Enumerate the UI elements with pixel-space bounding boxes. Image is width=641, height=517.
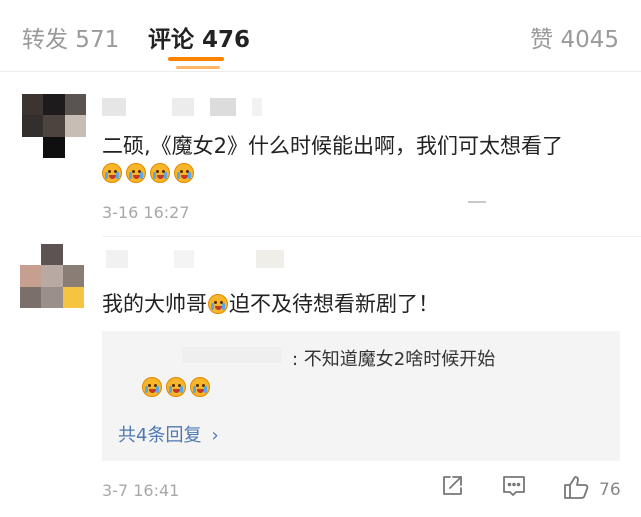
reply-emoji-row [142,377,210,397]
crying-emoji-icon [142,377,162,397]
reply-preview[interactable]: : 不知道魔女2啥时候开始 共4条回复 › [102,331,620,461]
like-count: 76 [599,480,621,500]
comment-timestamp: 3-7 16:41 [102,481,180,500]
crying-emoji-icon [126,163,146,183]
more-options-icon[interactable] [468,201,486,203]
comment-text: 我的大帅哥 迫不及待想看新剧了！ [102,288,439,318]
active-tab-indicator [168,57,224,61]
crying-emoji-icon [102,163,122,183]
avatar[interactable] [22,94,86,158]
active-tab-indicator-secondary [176,66,220,69]
chevron-right-icon: › [211,425,219,446]
username-blurred[interactable] [106,250,286,268]
crying-emoji-icon [208,294,228,314]
comment-text-part: 迫不及待想看新剧了！ [229,292,439,316]
avatar[interactable] [20,244,84,308]
share-icon[interactable] [440,474,464,498]
tab-likes[interactable]: 赞 4045 [530,20,619,54]
comment-timestamp: 3-16 16:27 [102,203,190,222]
thumbs-up-icon[interactable] [563,474,591,500]
tab-repost[interactable]: 转发 571 [22,20,119,54]
tab-comments[interactable]: 评论 476 [148,20,250,54]
comment-icon[interactable] [501,474,527,498]
comment-text: 二硕,《魔女2》什么时候能出啊，我们可太想看了 [102,134,564,158]
crying-emoji-icon [166,377,186,397]
view-all-replies-label: 共4条回复 [118,425,202,446]
comment-text-part: 我的大帅哥 [102,292,207,316]
reply-username-blurred [182,347,282,363]
comment-emoji-row [102,163,194,183]
view-all-replies-link[interactable]: 共4条回复 › [118,421,219,447]
username-blurred[interactable] [102,98,262,116]
comment-divider [102,236,641,237]
reply-text: : 不知道魔女2啥时候开始 [292,349,496,370]
crying-emoji-icon [190,377,210,397]
crying-emoji-icon [150,163,170,183]
comment-tabs: 转发 571 评论 476 赞 4045 [0,0,641,72]
crying-emoji-icon [174,163,194,183]
